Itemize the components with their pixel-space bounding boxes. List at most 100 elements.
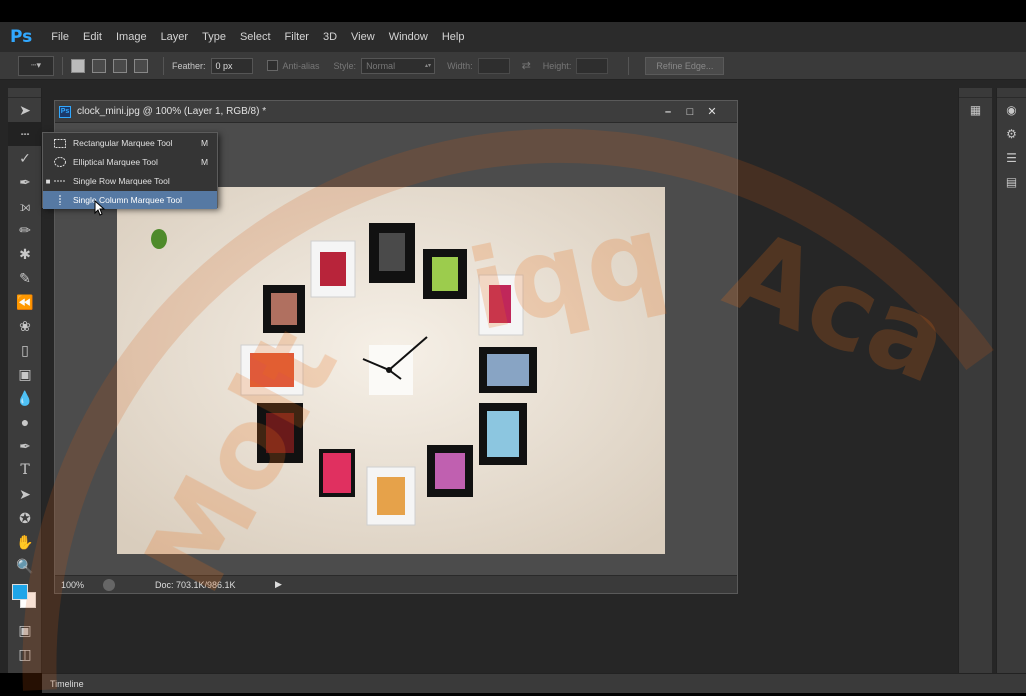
menu-view[interactable]: View xyxy=(344,31,382,43)
panel-dock-collapsed: ▦ xyxy=(958,88,992,673)
tool-preset-picker[interactable]: ┄▾ xyxy=(18,55,54,76)
menu-filter[interactable]: Filter xyxy=(278,31,316,43)
menu-3d[interactable]: 3D xyxy=(316,31,344,43)
zoom-tool-icon[interactable]: 🔍 xyxy=(8,554,42,578)
mouse-cursor-icon xyxy=(94,200,106,216)
timeline-panel[interactable]: Timeline xyxy=(42,673,1026,693)
flyout-item-shortcut: M xyxy=(201,157,209,167)
menu-image[interactable]: Image xyxy=(109,31,154,43)
ellipse-marquee-icon xyxy=(53,157,67,167)
panel-grip[interactable] xyxy=(959,88,992,98)
color-panel-icon[interactable]: ◉ xyxy=(997,98,1026,122)
tools-panel: ➤ ┄ ✓ ✒ ⟕ ✏ ✱ ✎ ⏪ ❀ ▯ ▣ 💧 ● ✒ T ➤ ✪ ✋ 🔍 … xyxy=(8,88,42,673)
hand-tool-icon[interactable]: ✋ xyxy=(8,530,42,554)
status-info-icon xyxy=(103,578,115,591)
flyout-item-shortcut: M xyxy=(201,138,209,148)
foreground-color-swatch[interactable] xyxy=(12,584,28,600)
marquee-tool-icon[interactable]: ┄ xyxy=(8,122,42,146)
move-tool-icon[interactable]: ➤ xyxy=(8,98,42,122)
flyout-item-label: Rectangular Marquee Tool xyxy=(73,138,173,148)
flyout-elliptical-marquee[interactable]: Elliptical Marquee Tool M xyxy=(43,153,217,171)
status-menu-arrow-icon[interactable]: ▶ xyxy=(275,579,282,590)
type-tool-icon[interactable]: T xyxy=(8,458,42,482)
minimize-button[interactable]: – xyxy=(657,104,679,120)
layers-panel-icon[interactable]: ▤ xyxy=(997,170,1026,194)
active-tool-bullet: ■ xyxy=(45,176,51,186)
marquee-tool-flyout: Rectangular Marquee Tool M Elliptical Ma… xyxy=(42,132,218,209)
flyout-rectangular-marquee[interactable]: Rectangular Marquee Tool M xyxy=(43,134,217,152)
options-divider xyxy=(628,56,630,75)
ps-document-icon: Ps xyxy=(59,105,71,118)
healing-brush-tool-icon[interactable]: ✱ xyxy=(8,242,42,266)
panel-grip[interactable] xyxy=(997,88,1026,98)
eraser-tool-icon[interactable]: ▯ xyxy=(8,338,42,362)
app-logo[interactable]: Ps xyxy=(0,27,44,47)
blur-tool-icon[interactable]: 💧 xyxy=(8,386,42,410)
flyout-single-row-marquee[interactable]: ■ Single Row Marquee Tool xyxy=(43,172,217,190)
rect-marquee-icon xyxy=(53,138,67,148)
feather-input[interactable]: 0 px xyxy=(210,57,253,74)
options-divider xyxy=(163,56,164,75)
subtract-from-selection-button[interactable] xyxy=(113,58,127,73)
clone-stamp-tool-icon[interactable]: ⏪ xyxy=(8,290,42,314)
dodge-tool-icon[interactable]: ● xyxy=(8,410,42,434)
history-brush-tool-icon[interactable]: ❀ xyxy=(8,314,42,338)
height-input[interactable] xyxy=(576,57,609,74)
feather-label: Feather: xyxy=(172,60,206,71)
panel-dock-right: ◉ ⚙ ☰ ▤ xyxy=(996,88,1026,673)
flyout-item-label: Single Column Marquee Tool xyxy=(73,195,182,205)
lasso-tool-icon[interactable]: ✓ xyxy=(8,146,42,170)
height-label: Height: xyxy=(542,60,572,71)
options-bar: ┄▾ Feather: 0 px Anti-alias Style: Norma… xyxy=(0,52,1026,80)
timeline-tab[interactable]: Timeline xyxy=(42,679,84,689)
add-to-selection-button[interactable] xyxy=(92,58,106,73)
menu-file[interactable]: File xyxy=(44,31,76,43)
menu-select[interactable]: Select xyxy=(233,31,278,43)
document-image[interactable] xyxy=(117,187,665,554)
zoom-level[interactable]: 100% xyxy=(55,580,103,590)
adjustments-panel-icon[interactable]: ⚙ xyxy=(997,122,1026,146)
path-selection-tool-icon[interactable]: ➤ xyxy=(8,482,42,506)
pen-tool-icon[interactable]: ✒ xyxy=(8,434,42,458)
gradient-tool-icon[interactable]: ▣ xyxy=(8,362,42,386)
marquee-preset-icon: ┄▾ xyxy=(31,60,41,70)
menu-edit[interactable]: Edit xyxy=(76,31,109,43)
clock-photo-artwork xyxy=(117,187,665,554)
eyedropper-tool-icon[interactable]: ✏ xyxy=(8,218,42,242)
document-size: Doc: 703.1K/986.1K xyxy=(155,579,236,590)
brush-tool-icon[interactable]: ✎ xyxy=(8,266,42,290)
flyout-item-label: Single Row Marquee Tool xyxy=(73,176,170,186)
row-marquee-icon xyxy=(53,176,67,186)
menu-window[interactable]: Window xyxy=(382,31,435,43)
flyout-item-label: Elliptical Marquee Tool xyxy=(73,157,158,167)
menu-layer[interactable]: Layer xyxy=(154,31,196,43)
column-marquee-icon xyxy=(53,195,67,205)
style-select[interactable]: Normal xyxy=(361,57,436,74)
menu-help[interactable]: Help xyxy=(435,31,472,43)
close-button[interactable]: ✕ xyxy=(701,104,723,120)
refine-edge-button[interactable]: Refine Edge... xyxy=(645,56,725,75)
menu-bar: Ps File Edit Image Layer Type Select Fil… xyxy=(0,22,1026,52)
custom-shape-tool-icon[interactable]: ✪ xyxy=(8,506,42,530)
antialias-checkbox[interactable] xyxy=(266,60,278,71)
width-input[interactable] xyxy=(477,57,510,74)
top-letterbox xyxy=(0,0,1026,22)
properties-panel-icon[interactable]: ☰ xyxy=(997,146,1026,170)
document-title: clock_mini.jpg @ 100% (Layer 1, RGB/8) * xyxy=(77,106,267,117)
crop-tool-icon[interactable]: ⟕ xyxy=(8,194,42,218)
maximize-button[interactable]: □ xyxy=(679,104,701,120)
intersect-selection-button[interactable] xyxy=(134,58,148,73)
quick-selection-tool-icon[interactable]: ✒ xyxy=(8,170,42,194)
quick-mask-icon[interactable]: ▣ xyxy=(8,618,42,642)
new-selection-button[interactable] xyxy=(71,58,85,73)
swap-dimensions-icon[interactable]: ⇄ xyxy=(522,59,531,72)
color-swatches xyxy=(8,578,42,618)
width-label: Width: xyxy=(447,60,473,71)
document-status-bar: 100% Doc: 703.1K/986.1K ▶ xyxy=(55,575,737,593)
panel-grip[interactable] xyxy=(8,88,41,98)
document-titlebar[interactable]: Ps clock_mini.jpg @ 100% (Layer 1, RGB/8… xyxy=(55,101,737,123)
history-panel-icon[interactable]: ▦ xyxy=(959,98,992,122)
screen-mode-icon[interactable]: ◫ xyxy=(8,642,42,666)
flyout-single-column-marquee[interactable]: Single Column Marquee Tool xyxy=(43,191,217,209)
menu-type[interactable]: Type xyxy=(195,31,233,43)
